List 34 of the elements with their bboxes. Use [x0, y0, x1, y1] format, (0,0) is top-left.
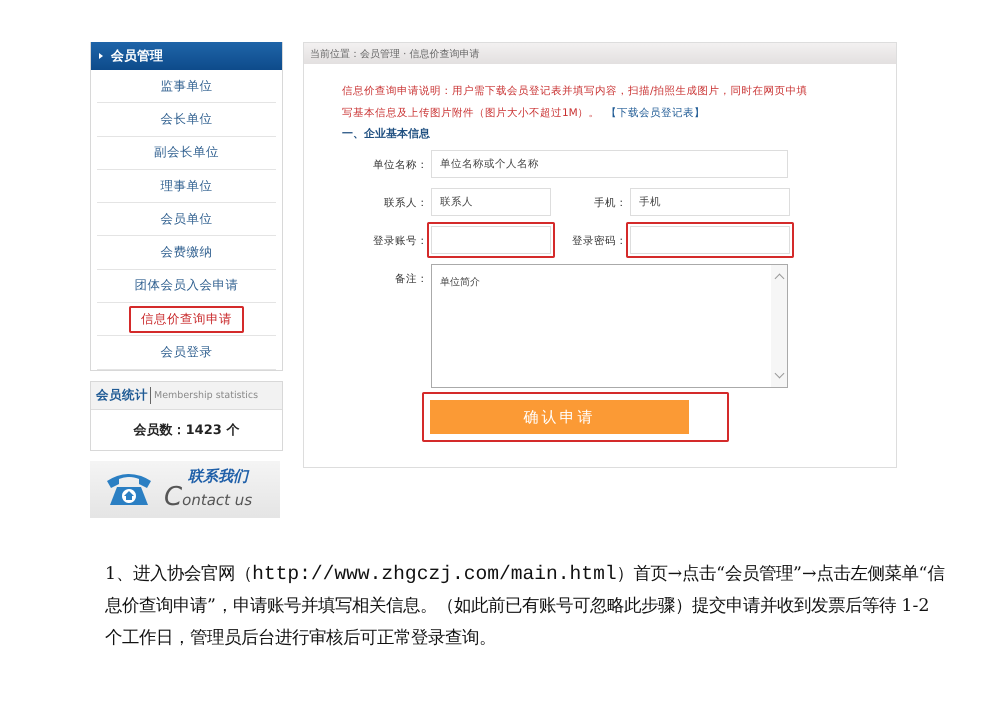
input-field[interactable]: 联系人 — [431, 188, 551, 216]
stats-subtitle: Membership statistics — [154, 390, 258, 401]
download-link[interactable]: 【下载会员登记表】 — [606, 107, 705, 119]
remarks-field[interactable]: 单位简介 — [431, 264, 788, 388]
sidebar-item[interactable]: 监事单位 — [148, 72, 224, 100]
sidebar-item[interactable]: 会长单位 — [148, 106, 224, 133]
member-count: 会员数：1423 个 — [134, 422, 240, 439]
instruction-paragraph: 1、进入协会官网（http://www.zhgczj.com/main.html）首页→点击“会员管理”→点击左侧菜单“信息价查询申请”，申请账号并填写相关信息。（如此前已有账号可忽略此步骤）提交申请并收到发票后等待 1-2 个工作日，管理员后台进行审核后可正常登录查询。 — [105, 562, 945, 650]
field-label: 联系人： — [383, 196, 428, 210]
field-label: 登录密码： — [571, 234, 627, 248]
sidebar-item[interactable]: 信息价查询申请 — [129, 306, 244, 333]
scrollbar[interactable] — [771, 265, 787, 387]
field-label: 备注： — [394, 272, 428, 286]
sidebar-item[interactable]: 理事单位 — [148, 172, 224, 200]
input-field[interactable]: 手机 — [630, 188, 790, 216]
sidebar-item[interactable]: 会费缴纳 — [148, 239, 224, 266]
stats-title: 会员统计 — [96, 386, 151, 404]
sidebar-item[interactable]: 会员单位 — [148, 206, 224, 233]
sidebar-item[interactable]: 会员登录 — [148, 339, 224, 366]
sidebar-title: 会员管理 — [111, 48, 163, 65]
field-label: 单位名称： — [372, 158, 428, 172]
sidebar-item[interactable]: 团体会员入会申请 — [122, 272, 250, 300]
input-field[interactable]: 单位名称或个人名称 — [431, 150, 788, 178]
contact-banner[interactable]: 联系我们 Contact us — [90, 460, 280, 518]
url-link[interactable]: http://www.zhgczj.com/main.html — [252, 562, 617, 585]
section-title: 一、企业基本信息 — [342, 126, 431, 142]
contact-title: 联系我们 — [188, 468, 250, 484]
notice-text: 信息价查询申请说明：用户需下载会员登记表并填写内容，扫描/拍照生成图片，同时在网页中填写基本信息及上传图片附件（图片大小不超过1M）。 【下载会员登记表】 — [342, 84, 809, 121]
field-label: 手机： — [593, 196, 627, 210]
field-label: 登录账号： — [372, 234, 428, 248]
triangle-icon — [99, 53, 103, 59]
breadcrumb: 当前位置：会员管理 · 信息价查询申请 — [310, 48, 480, 60]
contact-subtitle: Contact us — [164, 484, 252, 510]
sidebar-item[interactable]: 副会长单位 — [142, 139, 231, 166]
